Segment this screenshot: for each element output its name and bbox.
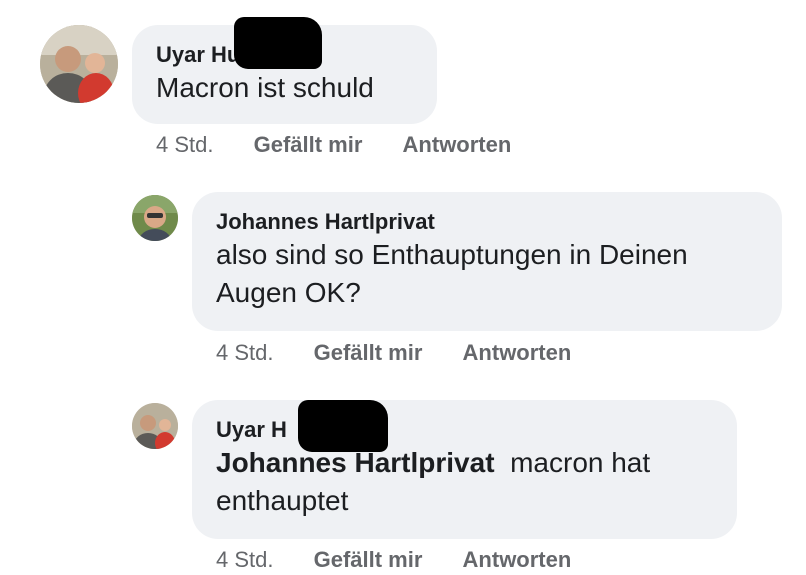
like-button[interactable]: Gefällt mir [314, 340, 423, 366]
comment-actions: 4 Std. Gefällt mir Antworten [216, 547, 571, 573]
avatar[interactable] [40, 25, 118, 103]
reply-button[interactable]: Antworten [463, 547, 572, 573]
comment-actions: 4 Std. Gefällt mir Antworten [216, 340, 571, 366]
comment-text: also sind so Enthauptungen in Deinen Aug… [216, 239, 688, 308]
comment-timestamp[interactable]: 4 Std. [216, 547, 273, 573]
comment-timestamp[interactable]: 4 Std. [156, 132, 213, 158]
comment-bubble: Uyar Hu Macron ist schuld [132, 17, 437, 124]
comment-text: Johannes Hartlprivat macron hat enthaupt… [216, 444, 713, 520]
comment-timestamp[interactable]: 4 Std. [216, 340, 273, 366]
comment-actions: 4 Std. Gefällt mir Antworten [156, 132, 511, 158]
avatar[interactable] [132, 195, 178, 241]
comment-author[interactable]: Johannes Hartlprivat [216, 208, 758, 236]
reply-button[interactable]: Antworten [403, 132, 512, 158]
comment-author[interactable]: Uyar H [216, 416, 713, 444]
comment-bubble: Uyar H Johannes Hartlprivat macron hat e… [192, 400, 737, 539]
comment-bubble: Johannes Hartlprivat also sind so Enthau… [192, 192, 782, 331]
profile-photo [40, 25, 118, 103]
profile-photo [132, 403, 178, 449]
redaction-mark [298, 400, 388, 452]
like-button[interactable]: Gefällt mir [314, 547, 423, 573]
avatar[interactable] [132, 403, 178, 449]
redaction-mark [234, 17, 322, 69]
comment-text: Macron ist schuld [156, 72, 374, 103]
reply-button[interactable]: Antworten [463, 340, 572, 366]
like-button[interactable]: Gefällt mir [254, 132, 363, 158]
profile-photo [132, 195, 178, 241]
